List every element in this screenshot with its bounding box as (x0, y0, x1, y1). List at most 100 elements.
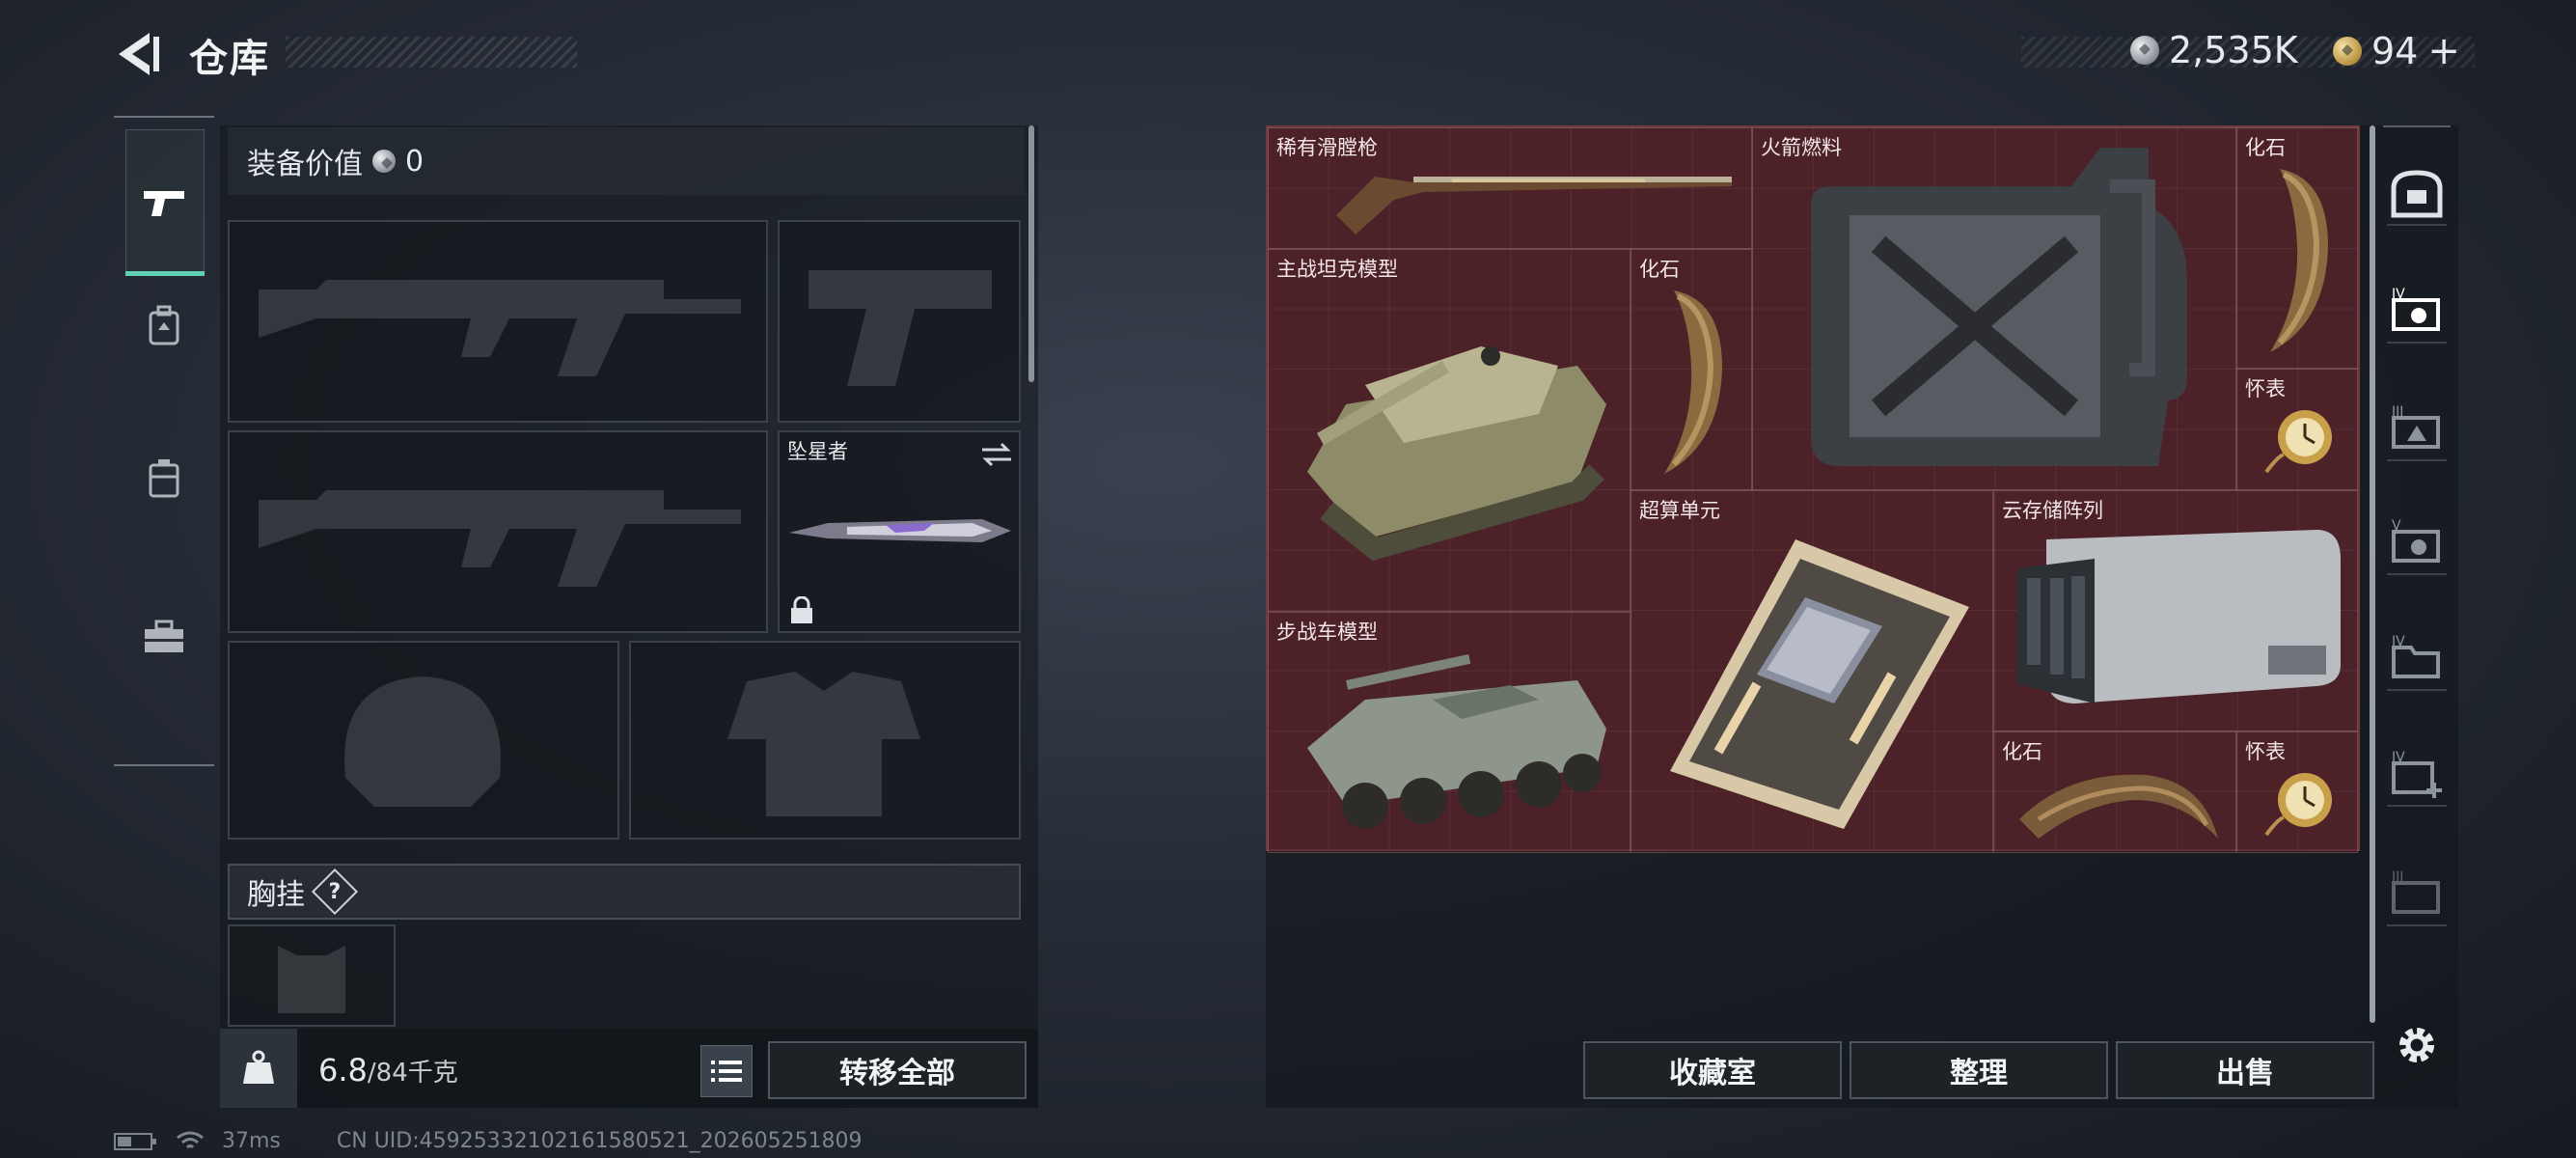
chest-rig-slot[interactable] (228, 924, 396, 1027)
toolbox-icon (145, 620, 183, 652)
storage-item[interactable]: 主战坦克模型 (1268, 249, 1631, 612)
storage-scrollbar[interactable] (2370, 125, 2375, 1023)
fossil-claw-icon (2019, 774, 2218, 839)
pocket-watch-icon (2264, 410, 2332, 474)
add-storage-icon: IV (2392, 750, 2442, 798)
melee-slot[interactable]: 坠星者 (778, 430, 1021, 633)
gold-amount: 94 (2371, 30, 2419, 72)
storage-tab-icon: III (2392, 869, 2440, 914)
pocket-watch-icon (2264, 773, 2332, 837)
uid-readout: CN UID:45925332102161580521_202605251809 (336, 1129, 863, 1153)
storage-tab-icon: IV (2392, 287, 2440, 331)
equipment-value-bar: 装备价值 0 (228, 127, 1025, 195)
storage-item[interactable]: 怀表 (2236, 731, 2358, 853)
secondary-weapon-slot[interactable] (778, 220, 1021, 423)
silver-coin-icon (372, 150, 396, 173)
back-icon[interactable] (111, 27, 165, 81)
storage-item[interactable]: 稀有滑膛枪 (1268, 127, 1752, 249)
item-label: 主战坦克模型 (1276, 258, 1398, 281)
pistol-silhouette-icon (808, 270, 992, 386)
weight-max: /84千克 (367, 1059, 458, 1088)
tab-storage-add[interactable]: IV (2387, 745, 2447, 807)
swap-icon[interactable] (980, 440, 1013, 469)
tab-storage-5[interactable]: V (2387, 513, 2447, 575)
loadout-scrollbar[interactable] (1028, 125, 1034, 382)
page-title: 仓库 (189, 37, 270, 81)
weight-icon (243, 1050, 274, 1084)
nav-backpack[interactable] (125, 288, 203, 365)
item-label: 化石 (1639, 258, 1680, 281)
ping-readout: 37ms (222, 1129, 281, 1153)
svg-text:IV: IV (2392, 750, 2405, 765)
knife-icon (789, 519, 1011, 542)
storage-item[interactable]: 火箭燃料 (1752, 127, 2236, 490)
weight-icon-box (220, 1029, 297, 1108)
gold-currency[interactable]: 94 + (2333, 29, 2460, 73)
gold-coin-icon (2333, 37, 2362, 66)
storage-item[interactable]: 化石 (1631, 249, 1752, 490)
weight-readout: 6.8/84千克 (318, 1052, 458, 1089)
tab-storage-3[interactable]: III (2387, 400, 2447, 461)
compute-unit-icon (1670, 539, 1969, 829)
help-icon[interactable]: ? (311, 868, 359, 916)
status-bar: 37ms CN UID:45925332102161580521_2026052… (114, 1129, 863, 1153)
nav-weapons[interactable] (125, 129, 205, 276)
storage-item[interactable]: 怀表 (2236, 369, 2358, 490)
equip-value: 0 (405, 144, 425, 179)
wifi-icon (177, 1131, 204, 1148)
chest-rig-silhouette-icon (278, 946, 345, 1013)
vest-icon (149, 459, 179, 498)
gear-icon[interactable] (2393, 1021, 2441, 1069)
armor-silhouette-icon (727, 672, 920, 816)
svg-text:IV: IV (2392, 634, 2405, 649)
primary-weapon-slot-2[interactable] (228, 430, 768, 633)
armor-slot[interactable] (629, 641, 1021, 840)
storage-array-icon (2017, 530, 2341, 703)
list-button[interactable] (700, 1045, 753, 1097)
svg-text:III: III (2392, 869, 2403, 885)
nav-toolbox[interactable] (125, 598, 203, 676)
weight-current: 6.8 (318, 1052, 368, 1089)
svg-text:IV: IV (2392, 287, 2405, 302)
nav-vest[interactable] (125, 440, 203, 517)
storage-grid: 稀有滑膛枪 火箭燃料 化石 主战坦克模型 化石 怀表 超算单元 云存储阵列 步战… (1266, 125, 2360, 853)
item-label: 超算单元 (1639, 499, 1720, 522)
lock-icon (791, 596, 812, 623)
transfer-all-button[interactable]: 转移全部 (768, 1041, 1027, 1099)
storage-tab-icon: III (2392, 404, 2440, 449)
tank-model-icon (1307, 346, 1606, 562)
storage-item[interactable]: 化石 (2236, 127, 2358, 369)
chest-rig-header: 胸挂 ? (228, 864, 1021, 920)
safe-icon (2391, 170, 2443, 218)
storage-item[interactable]: 步战车模型 (1268, 612, 1631, 853)
organize-button[interactable]: 整理 (1850, 1041, 2108, 1099)
storage-item[interactable]: 化石 (1993, 731, 2236, 853)
tab-safe-box[interactable] (2387, 164, 2447, 226)
add-gold-button[interactable]: + (2427, 29, 2460, 73)
category-nav (114, 116, 214, 766)
sell-button[interactable]: 出售 (2116, 1041, 2374, 1099)
helmet-slot[interactable] (228, 641, 619, 840)
fossil-claw-icon (1664, 290, 1722, 474)
title-decoration (286, 37, 577, 68)
ifv-model-icon (1307, 653, 1606, 829)
helmet-silhouette-icon (344, 676, 501, 807)
silver-currency: 2,535K (2130, 29, 2298, 71)
storage-tab-icon: V (2392, 518, 2440, 563)
silver-coin-icon (2130, 36, 2159, 65)
tab-storage-4b[interactable]: IV (2387, 629, 2447, 691)
rifle-silhouette-icon (259, 280, 741, 376)
equip-value-label: 装备价值 (247, 148, 363, 181)
primary-weapon-slot[interactable] (228, 220, 768, 423)
tab-storage-4-active[interactable]: IV (2387, 282, 2447, 344)
item-label: 化石 (2245, 136, 2286, 159)
tab-storage-locked[interactable]: III (2387, 865, 2447, 926)
storage-item[interactable]: 云存储阵列 (1993, 490, 2358, 731)
list-icon (711, 1061, 742, 1082)
melee-name: 坠星者 (787, 440, 848, 463)
musket-icon (1336, 177, 1732, 234)
backpack-icon (149, 305, 179, 345)
storage-item[interactable]: 超算单元 (1631, 490, 1993, 853)
collection-room-button[interactable]: 收藏室 (1583, 1041, 1842, 1099)
battery-icon (114, 1132, 156, 1150)
